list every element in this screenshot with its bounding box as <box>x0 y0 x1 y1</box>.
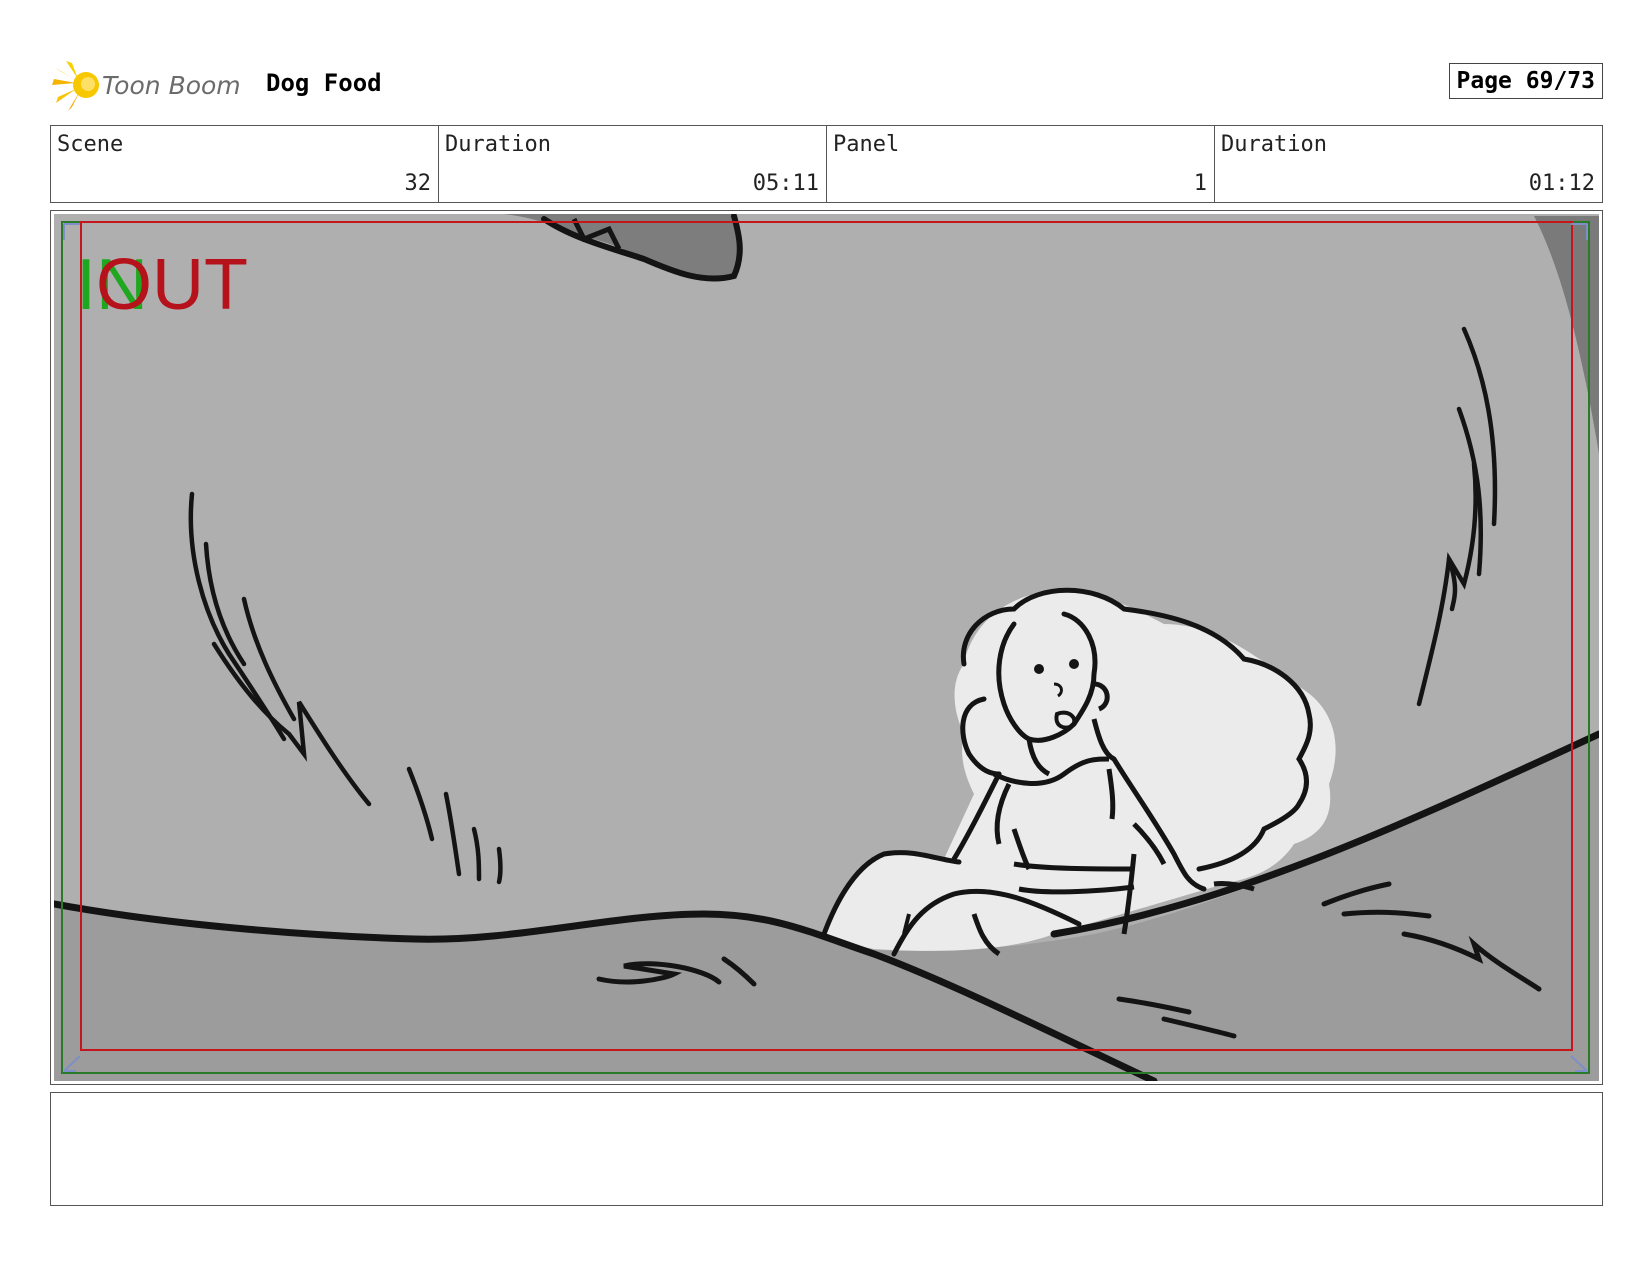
panel-drawing: IN OUT <box>54 214 1599 1081</box>
scene-duration-value: 05:11 <box>752 171 819 196</box>
scene-duration-label: Duration <box>445 132 551 157</box>
project-title: Dog Food <box>266 69 382 97</box>
panel-duration-cell: Duration 01:12 <box>1215 126 1602 202</box>
scene-value: 32 <box>404 171 432 196</box>
scene-label: Scene <box>57 132 124 157</box>
panel-duration-value: 01:12 <box>1528 171 1595 196</box>
page-header: Toon Boom Dog Food Page 69/73 <box>50 55 1603 115</box>
page-indicator: Page 69/73 <box>1448 63 1603 99</box>
panel-label: Panel <box>833 132 900 157</box>
out-marker: OUT <box>96 245 248 325</box>
starburst-icon <box>52 61 99 111</box>
panel-value: 1 <box>1193 171 1207 196</box>
logo-text: Toon Boom <box>102 70 241 100</box>
scene-info-table: Scene 32 Duration 05:11 Panel 1 Duration… <box>50 125 1603 203</box>
scene-cell: Scene 32 <box>51 126 439 202</box>
scene-duration-cell: Duration 05:11 <box>439 126 827 202</box>
panel-duration-label: Duration <box>1221 132 1327 157</box>
panel-notes-box[interactable] <box>50 1092 1603 1206</box>
storyboard-panel: IN OUT <box>50 210 1603 1085</box>
panel-cell: Panel 1 <box>827 126 1215 202</box>
